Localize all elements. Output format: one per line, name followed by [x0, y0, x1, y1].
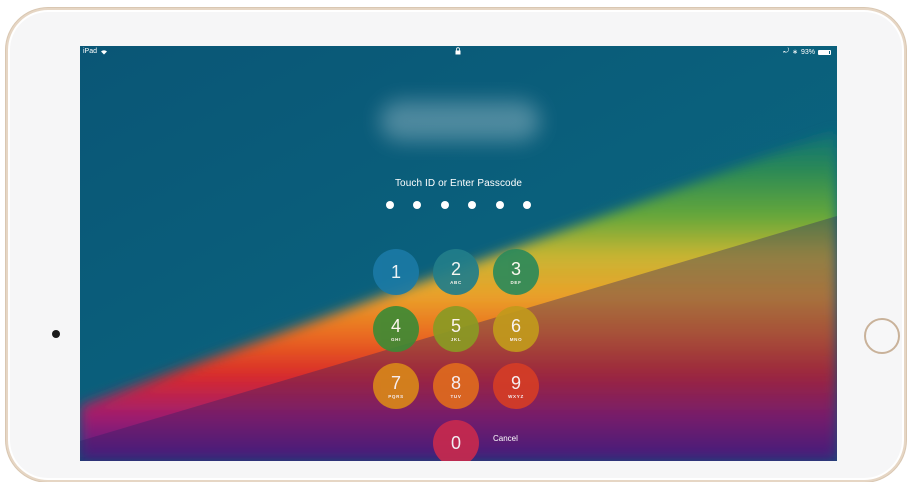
device-label: iPad: [83, 48, 98, 55]
wifi-icon: [101, 49, 108, 54]
blurred-time-display: [380, 101, 540, 141]
home-button[interactable]: [864, 318, 900, 354]
keypad-key-6[interactable]: 6 MNO: [493, 306, 539, 352]
status-right: ⤾ ∗ 93%: [783, 48, 831, 56]
key-letters: GHI: [390, 336, 402, 342]
key-letters: WXYZ: [508, 393, 524, 399]
key-digit: 9: [510, 372, 521, 393]
battery-percentage: 93%: [800, 48, 815, 56]
keypad-key-5[interactable]: 5 JKL: [433, 306, 479, 352]
keypad-key-8[interactable]: 8 TUV: [433, 363, 479, 409]
keypad-key-7[interactable]: 7 PQRS: [373, 363, 419, 409]
passcode-prompt: Touch ID or Enter Passcode: [394, 178, 523, 189]
keypad-key-3[interactable]: 3 DEF: [493, 249, 539, 295]
key-digit: 1: [390, 262, 401, 282]
key-letters: DEF: [510, 279, 522, 285]
keypad-key-4[interactable]: 4 GHI: [373, 306, 419, 352]
key-letters: MNO: [509, 336, 523, 342]
keypad-key-1[interactable]: 1: [373, 249, 419, 295]
key-digit: 2: [450, 258, 461, 279]
key-digit: 5: [450, 315, 461, 336]
keypad-key-0[interactable]: 0: [433, 420, 479, 461]
cancel-button[interactable]: Cancel: [493, 434, 518, 443]
passcode-dot: [386, 201, 394, 209]
passcode-dot: [413, 201, 422, 209]
key-letters: ABC: [450, 279, 462, 285]
key-letters: PQRS: [388, 393, 404, 399]
lock-icon-wrap: [455, 47, 461, 57]
status-left: iPad: [83, 48, 108, 55]
key-letters: TUV: [450, 393, 462, 399]
passcode-dot: [468, 201, 477, 209]
passcode-dots: [386, 201, 531, 211]
battery-icon: [818, 49, 831, 55]
key-digit: 6: [510, 315, 521, 336]
front-camera: [52, 330, 60, 338]
passcode-dot: [495, 201, 504, 209]
lock-screen: iPad ⤾ ∗ 93% Touch ID or Enter Passcode …: [80, 46, 837, 461]
orientation-lock-icon: ⤾: [783, 48, 790, 55]
key-digit: 4: [390, 315, 401, 336]
key-digit: 8: [450, 372, 461, 393]
passcode-dot: [440, 201, 449, 209]
battery-fill: [819, 50, 830, 54]
lock-icon: [455, 47, 461, 55]
passcode-dot: [522, 201, 531, 209]
key-letters: JKL: [450, 336, 462, 342]
key-digit: 3: [510, 258, 521, 279]
keypad-key-2[interactable]: 2 ABC: [433, 249, 479, 295]
status-bar: iPad ⤾ ∗ 93%: [80, 46, 837, 60]
keypad-key-9[interactable]: 9 WXYZ: [493, 363, 539, 409]
key-digit: 0: [450, 433, 461, 453]
key-digit: 7: [390, 372, 401, 393]
bluetooth-icon: ∗: [792, 49, 798, 56]
